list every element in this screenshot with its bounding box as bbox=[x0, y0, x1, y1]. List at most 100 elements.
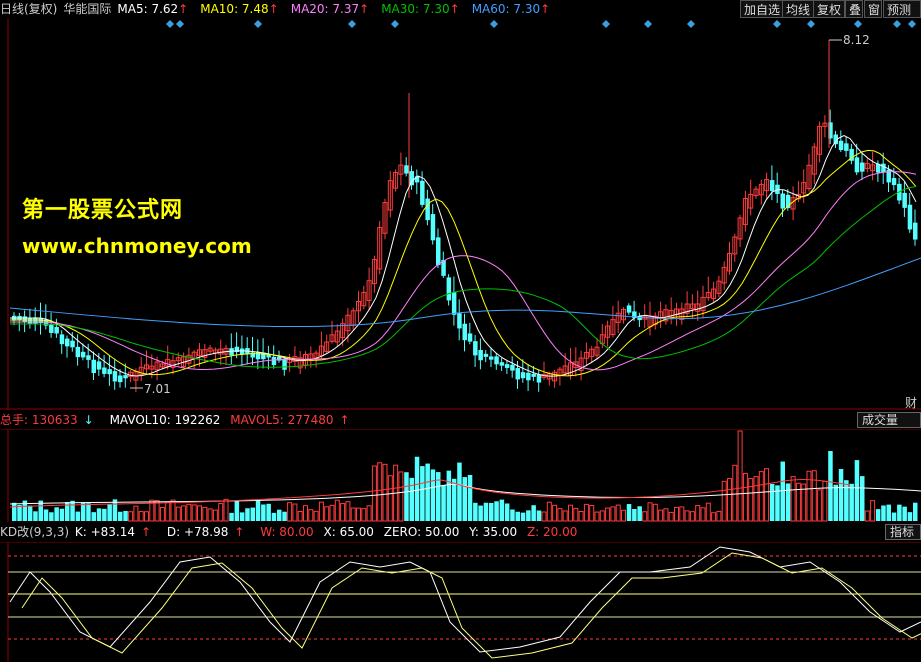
volume-bar bbox=[334, 499, 340, 522]
volume-chart[interactable] bbox=[0, 429, 921, 522]
watermark-url: www.chnmoney.com bbox=[22, 234, 252, 258]
volume-bar bbox=[716, 510, 722, 522]
volume-bar bbox=[700, 507, 706, 522]
volume-bar bbox=[822, 480, 828, 522]
toolbar-button[interactable]: 窗 bbox=[864, 0, 882, 18]
signal-diamond bbox=[176, 20, 184, 28]
candle-body bbox=[626, 305, 632, 313]
candle-body bbox=[425, 198, 430, 221]
volume-bar bbox=[790, 476, 796, 522]
volume-bar bbox=[287, 502, 293, 522]
volume-bar bbox=[557, 508, 563, 522]
volume-bar bbox=[191, 504, 197, 522]
volume-bar bbox=[329, 504, 335, 522]
volume-bar bbox=[277, 509, 282, 521]
toolbar-button[interactable]: 预测 bbox=[883, 0, 921, 18]
mavol5-label: MAVOL5: 277480 bbox=[230, 413, 334, 427]
ma-arrow: ↑ bbox=[449, 2, 460, 16]
volume-bar bbox=[80, 502, 86, 521]
volume-bar bbox=[907, 512, 913, 521]
candle-body bbox=[123, 375, 128, 379]
volume-bar bbox=[504, 503, 510, 521]
w-label: W: 80.00 bbox=[260, 525, 314, 539]
volume-bar bbox=[59, 508, 65, 521]
candle-body bbox=[494, 356, 499, 365]
signal-diamond bbox=[893, 20, 901, 28]
volume-bar bbox=[261, 504, 266, 521]
volume-bar bbox=[562, 510, 568, 522]
volume-bar bbox=[642, 511, 648, 522]
volume-bar bbox=[833, 484, 838, 521]
volume-bar bbox=[377, 462, 383, 522]
toolbar-button[interactable]: 复权 bbox=[813, 0, 845, 18]
volume-bar bbox=[520, 512, 526, 521]
volume-bar bbox=[420, 466, 425, 521]
x-label: X: 65.00 bbox=[323, 525, 374, 539]
k-arrow: ↑ bbox=[140, 525, 152, 539]
z-label: Z: 20.00 bbox=[526, 525, 578, 539]
candle-body bbox=[22, 316, 28, 323]
ma-legend-item: MA10: 7.48↑ bbox=[200, 2, 279, 16]
kd-header: KD改(9,3,3) K: +83.14 ↑ D: +78.98 ↑ W: 80.0… bbox=[0, 523, 880, 541]
volume-bar bbox=[817, 489, 823, 522]
candle-body bbox=[860, 162, 865, 172]
volume-bar bbox=[578, 510, 584, 522]
volume-bar bbox=[674, 506, 679, 522]
volume-bar bbox=[668, 511, 674, 522]
ma-arrow: ↑ bbox=[540, 2, 551, 16]
volume-bar bbox=[621, 509, 626, 522]
volume-bar bbox=[753, 476, 759, 522]
volume-bar bbox=[229, 512, 234, 521]
y-label: Y: 35.00 bbox=[469, 525, 518, 539]
finance-tag[interactable]: 财 bbox=[905, 394, 917, 411]
candle-body bbox=[473, 341, 478, 356]
volume-bar bbox=[742, 472, 748, 522]
volume-bar bbox=[806, 470, 812, 522]
volume-bar bbox=[705, 502, 711, 522]
volume-bar bbox=[27, 505, 33, 521]
candle-body bbox=[107, 369, 112, 375]
volume-bar bbox=[387, 475, 393, 522]
chart-header: 日线(复权) 华能国际 MA5: 7.62↑ MA10: 7.48↑ MA20: 7.3… bbox=[0, 0, 740, 18]
volume-bar bbox=[138, 511, 144, 522]
kd-name: KD改(9,3,3) bbox=[0, 525, 70, 539]
volume-bar bbox=[212, 509, 218, 522]
volume-bar bbox=[324, 506, 330, 522]
volume-bar bbox=[43, 509, 49, 521]
zero-label: ZERO: 50.00 bbox=[383, 525, 460, 539]
volume-bar bbox=[510, 509, 515, 521]
volume-bar bbox=[441, 484, 446, 521]
candle-body bbox=[462, 323, 467, 341]
mavol5-line bbox=[9, 479, 851, 508]
volume-bar bbox=[271, 512, 277, 521]
candle-body bbox=[446, 277, 452, 301]
candle-body bbox=[913, 222, 918, 240]
volume-bar bbox=[758, 471, 764, 522]
candle-body bbox=[112, 371, 118, 382]
candle-body bbox=[854, 157, 860, 173]
indicator-help-button[interactable]: 指标说 bbox=[885, 524, 921, 540]
volume-bar bbox=[489, 502, 494, 521]
volume-bar bbox=[292, 503, 298, 522]
candle-body bbox=[430, 214, 436, 241]
volume-bar bbox=[828, 451, 833, 521]
kd-chart[interactable] bbox=[0, 542, 921, 662]
volume-bar bbox=[589, 504, 595, 522]
toolbar-button[interactable]: 叠 bbox=[845, 0, 863, 18]
volume-bar bbox=[573, 507, 579, 522]
signal-diamond bbox=[490, 20, 498, 28]
ma-legend-item: MA20: 7.37↑ bbox=[290, 2, 370, 16]
toolbar-button[interactable]: 均线 bbox=[782, 0, 814, 18]
volume-bar bbox=[780, 461, 785, 521]
volume-button[interactable]: 成交量 bbox=[857, 412, 921, 428]
volume-bar bbox=[462, 477, 467, 521]
signal-diamond bbox=[807, 20, 815, 28]
volume-bar bbox=[764, 468, 770, 522]
volume-bar bbox=[54, 507, 59, 521]
candle-body bbox=[902, 192, 907, 208]
candle-body bbox=[499, 362, 505, 366]
candle-body bbox=[250, 352, 255, 358]
volume-bar bbox=[75, 511, 81, 521]
volume-bar bbox=[467, 474, 473, 521]
volume-bar bbox=[478, 505, 483, 521]
